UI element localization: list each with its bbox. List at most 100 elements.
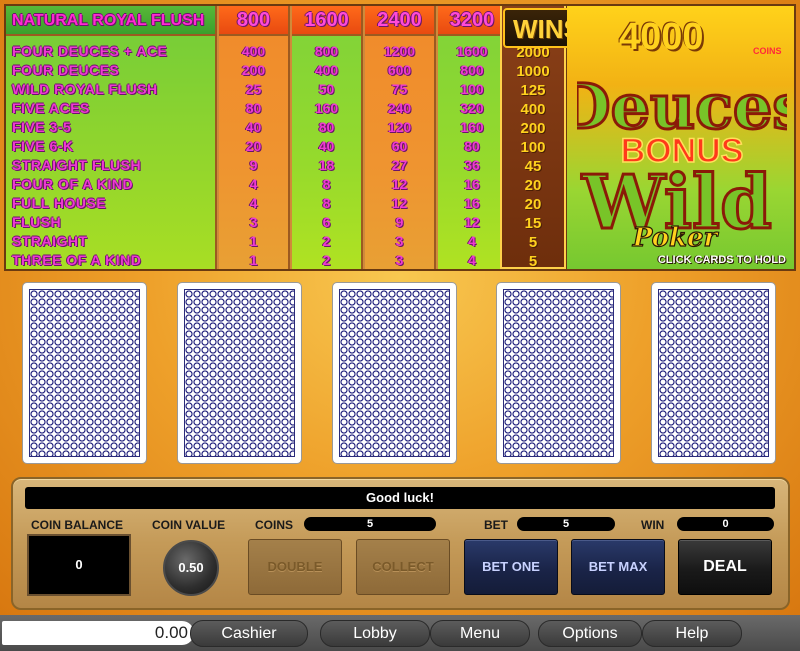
- paytable-header-cell: 800: [219, 6, 288, 36]
- coin-value-label: COIN VALUE: [152, 518, 226, 532]
- coin-value-button[interactable]: 0.50: [163, 540, 219, 596]
- payout-value: 18: [318, 157, 335, 173]
- menu-button[interactable]: Menu: [430, 620, 530, 647]
- hand-name: FULL HOUSE: [12, 195, 107, 211]
- win-value: 100: [520, 139, 546, 156]
- paytable-column-3-coins: 2400 1200 600 75 240 120 60 27 12 12 9 3…: [365, 6, 436, 269]
- hand-name: FOUR DEUCES: [12, 62, 120, 78]
- paytable-header-cell: NATURAL ROYAL FLUSH: [6, 6, 215, 36]
- hand-name: THREE OF A KIND: [12, 252, 142, 268]
- paytable-column-2-coins: 1600 800 400 50 160 80 40 18 8 8 6 2 2: [292, 6, 363, 269]
- payout-value: 1: [249, 252, 258, 268]
- win-value: 125: [520, 82, 546, 99]
- balance-display: 0.00: [2, 621, 194, 645]
- bet-max-button[interactable]: BET MAX: [571, 539, 665, 595]
- payout-value: 4: [249, 176, 258, 192]
- payout-value: 2: [322, 252, 331, 268]
- logo-line-poker: Poker: [632, 223, 720, 252]
- card-4[interactable]: [496, 282, 621, 464]
- wins-unit: COINS: [753, 46, 782, 56]
- card-back: [339, 289, 450, 457]
- double-button[interactable]: DOUBLE: [248, 539, 342, 595]
- win-value: 5: [528, 234, 538, 251]
- payout-value: 100: [460, 81, 484, 97]
- payout-value: 4: [249, 195, 258, 211]
- payout-value: 50: [318, 81, 335, 97]
- payout-value: 12: [464, 214, 480, 230]
- payout-value: 6: [322, 214, 331, 230]
- coin-balance-label: COIN BALANCE: [31, 518, 123, 532]
- card-back: [29, 289, 140, 457]
- payout-value: 80: [318, 119, 335, 135]
- paytable-hand-names: NATURAL ROYAL FLUSH FOUR DEUCES + ACE FO…: [6, 6, 217, 269]
- bottom-bar: 0.00 Cashier Lobby Menu Options Help: [0, 615, 800, 651]
- payout-value: 8: [322, 176, 331, 192]
- help-button[interactable]: Help: [642, 620, 742, 647]
- hand-name: FIVE ACES: [12, 100, 90, 116]
- paytable-header-cell: 3200: [438, 6, 506, 36]
- win-value: 20: [524, 196, 542, 213]
- payout-value: 3: [395, 252, 404, 268]
- win-value: 45: [524, 158, 542, 175]
- payout-value: 16: [464, 176, 480, 192]
- cashier-button[interactable]: Cashier: [190, 620, 308, 647]
- paytable-column-1-coin: 800 400 200 25 80 40 20 9 4 4 3 1 1: [219, 6, 290, 269]
- payout-value: 1200: [383, 43, 416, 59]
- hand-name: STRAIGHT: [12, 233, 88, 249]
- payout-value: 200: [241, 62, 266, 78]
- paytable-header-cell: 1600: [292, 6, 361, 36]
- win-value: 5: [528, 253, 538, 270]
- payout-value: 1600: [456, 43, 488, 59]
- payout-value: 60: [391, 138, 408, 154]
- hand-name: FIVE 6-K: [12, 138, 74, 154]
- win-value: 15: [524, 215, 542, 232]
- header-payout: 2400: [377, 9, 422, 31]
- payout-value: 240: [387, 100, 412, 116]
- lobby-button[interactable]: Lobby: [320, 620, 430, 647]
- payout-value: 400: [241, 43, 266, 59]
- card-back: [503, 289, 614, 457]
- payout-value: 3: [395, 233, 404, 249]
- payout-value: 12: [391, 195, 408, 211]
- bet-one-button[interactable]: BET ONE: [464, 539, 558, 595]
- card-back: [658, 289, 769, 457]
- payout-value: 600: [387, 62, 412, 78]
- logo-panel: 4000 COINS Deuces BONUS Wild Poker CLICK…: [567, 4, 796, 271]
- payout-value: 320: [460, 100, 484, 116]
- hold-hint: CLICK CARDS TO HOLD: [657, 254, 786, 266]
- bet-display: 5: [517, 517, 615, 531]
- paytable-header-label: NATURAL ROYAL FLUSH: [12, 12, 205, 29]
- win-value: 20: [524, 177, 542, 194]
- win-value: 1000: [516, 63, 550, 80]
- card-3[interactable]: [332, 282, 457, 464]
- payout-value: 2: [322, 233, 331, 249]
- payout-value: 27: [391, 157, 408, 173]
- payout-value: 4: [468, 233, 476, 249]
- deal-button[interactable]: DEAL: [678, 539, 772, 595]
- collect-button[interactable]: COLLECT: [356, 539, 450, 595]
- card-2[interactable]: [177, 282, 302, 464]
- game-area: NATURAL ROYAL FLUSH FOUR DEUCES + ACE FO…: [0, 0, 800, 615]
- payout-value: 12: [391, 176, 408, 192]
- message-bar: Good luck!: [25, 487, 775, 509]
- options-button[interactable]: Options: [538, 620, 642, 647]
- payout-value: 3: [249, 214, 258, 230]
- payout-value: 80: [245, 100, 262, 116]
- payout-value: 160: [314, 100, 339, 116]
- payout-value: 40: [318, 138, 335, 154]
- card-1[interactable]: [22, 282, 147, 464]
- payout-value: 20: [245, 138, 262, 154]
- card-back: [184, 289, 295, 457]
- win-value: 200: [520, 120, 546, 137]
- paytable-column-4-coins: 3200 1600 800 100 320 160 80 36 16 16 12…: [438, 6, 509, 269]
- header-payout: 3200: [449, 9, 495, 31]
- card-5[interactable]: [651, 282, 776, 464]
- payout-value: 1: [249, 233, 258, 249]
- payout-value: 400: [314, 62, 339, 78]
- coin-balance-display: 0: [27, 534, 131, 596]
- payout-value: 9: [249, 157, 258, 173]
- deuces-wild-logo: Deuces BONUS Wild Poker: [577, 69, 787, 253]
- win-display: 0: [677, 517, 774, 531]
- payout-value: 800: [314, 43, 339, 59]
- header-payout: 800: [236, 9, 271, 31]
